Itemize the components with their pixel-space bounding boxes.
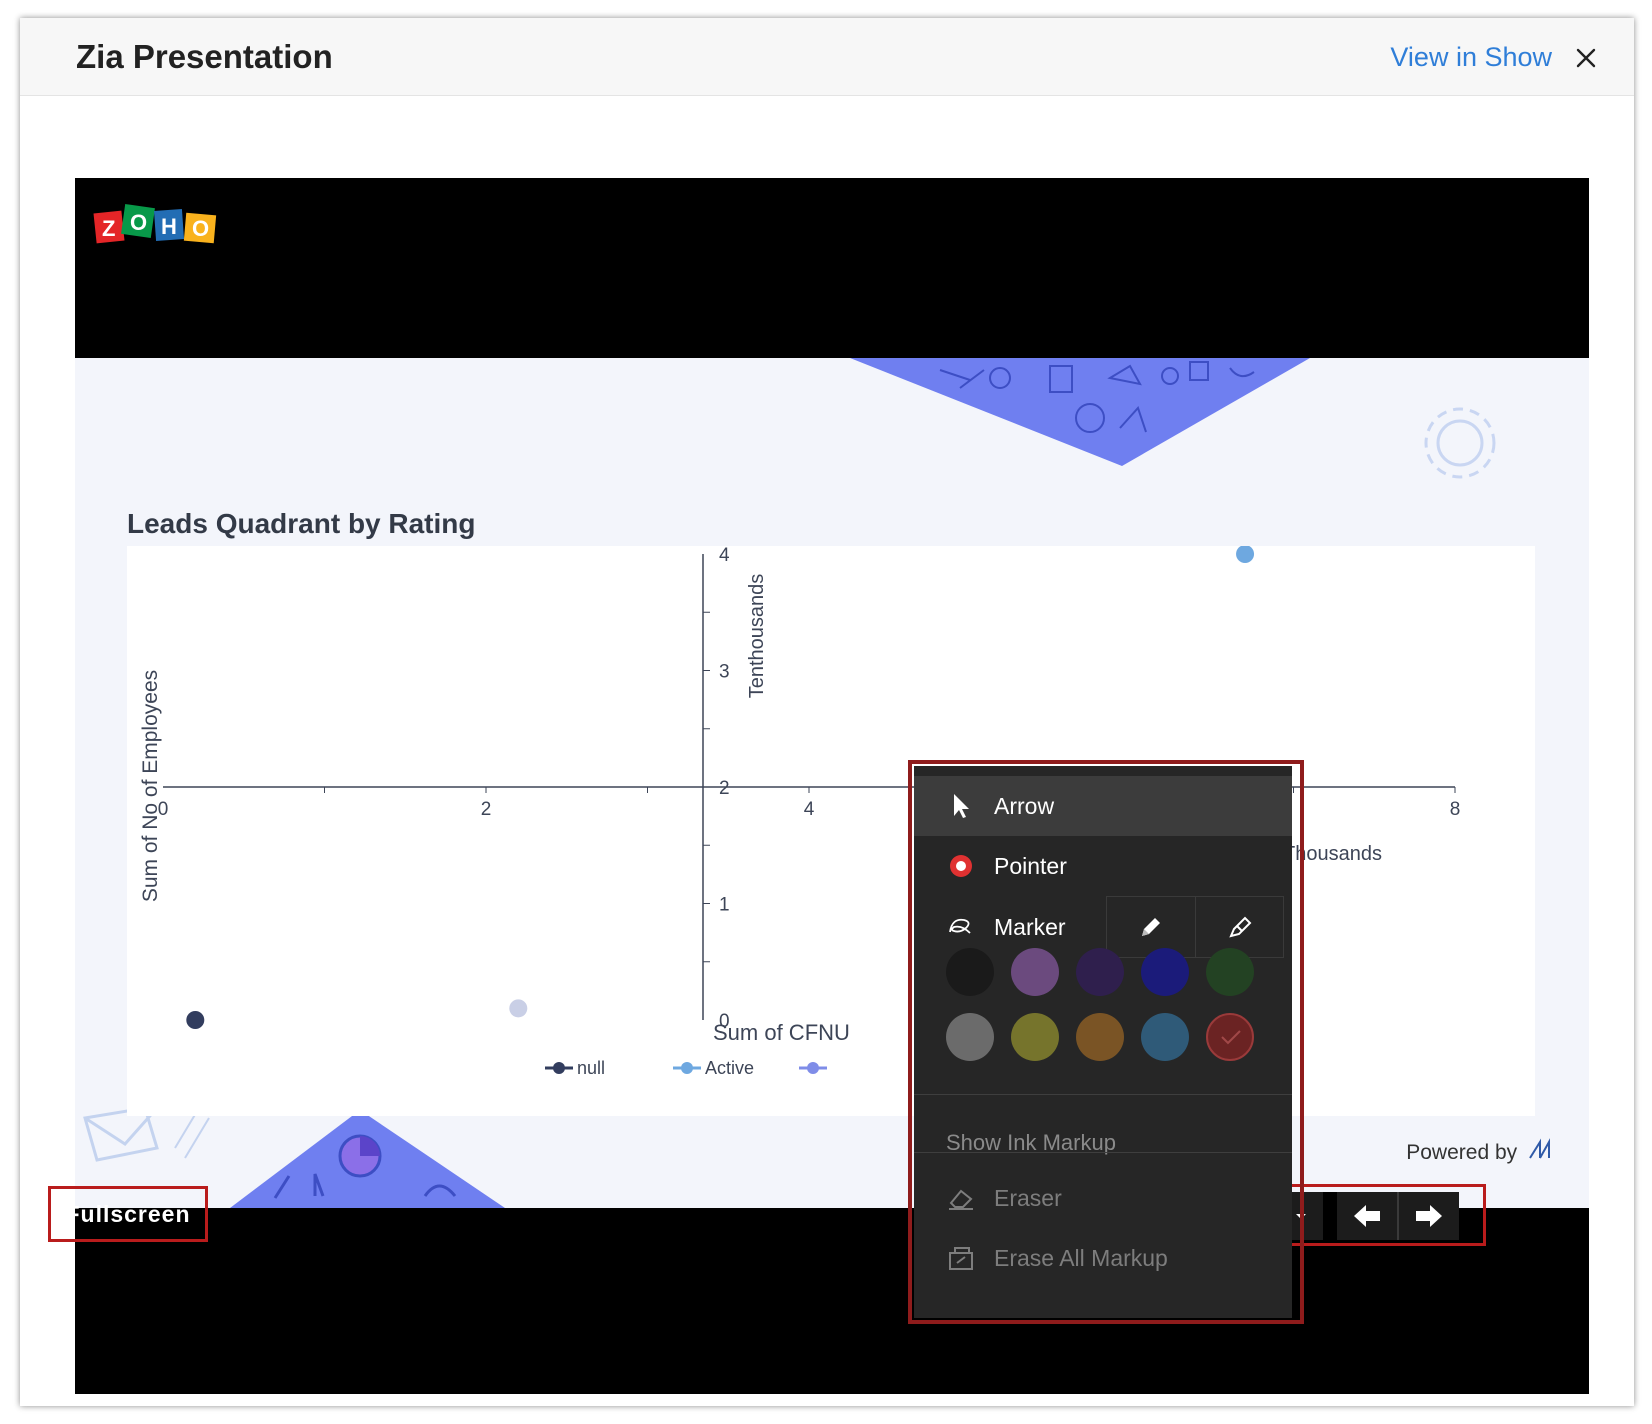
y-tick-label: 3 bbox=[719, 662, 730, 683]
svg-text:O: O bbox=[130, 210, 147, 235]
gear-icon bbox=[1424, 407, 1496, 479]
marker-squiggle-icon bbox=[946, 912, 976, 942]
color-swatch[interactable] bbox=[1011, 948, 1059, 996]
pen-tool-button[interactable] bbox=[1107, 897, 1195, 957]
data-point bbox=[509, 999, 528, 1018]
zia-logo-icon bbox=[1529, 1138, 1550, 1159]
menu-item-label: Eraser bbox=[994, 1184, 1062, 1211]
zoho-logo: Z O H O bbox=[93, 204, 217, 244]
data-point bbox=[186, 1011, 205, 1029]
menu-item-arrow[interactable]: Arrow bbox=[914, 776, 1292, 836]
toolbar-gap bbox=[1323, 1192, 1337, 1240]
y-unit-label: Tenthousands bbox=[746, 574, 768, 699]
x-tick-label: 8 bbox=[1450, 799, 1461, 820]
menu-item-erase-all[interactable]: Erase All Markup bbox=[914, 1228, 1292, 1288]
svg-text:O: O bbox=[192, 216, 209, 241]
dialog-title: Zia Presentation bbox=[76, 38, 333, 75]
decorative-doodle-banner bbox=[850, 358, 1310, 466]
legend-label: Active bbox=[705, 1058, 754, 1078]
arrow-left-icon bbox=[1354, 1205, 1380, 1227]
presentation-dialog: Zia Presentation View in Show Z O H O Le… bbox=[20, 18, 1634, 1406]
arrow-cursor-icon bbox=[946, 791, 976, 821]
menu-item-label: Pointer bbox=[994, 852, 1067, 879]
scatter-chart: 0 2 4 801234Sum of No of EmployeesTenthousa… bbox=[139, 545, 1461, 1078]
color-swatch[interactable] bbox=[1011, 1013, 1059, 1061]
svg-text:H: H bbox=[161, 214, 177, 239]
checkmark-icon bbox=[1221, 1030, 1241, 1045]
chart-container: 0 2 4 8 0 1 2 3 4 Sum of No of Employees Tenthousa… bbox=[127, 545, 1535, 1116]
chart-title: Leads Quadrant by Rating bbox=[127, 508, 476, 539]
laser-pointer-icon bbox=[946, 851, 976, 881]
powered-by-label: Powered by bbox=[1406, 1141, 1518, 1164]
next-slide-button[interactable] bbox=[1399, 1192, 1459, 1240]
legend-marker bbox=[681, 1062, 693, 1074]
close-icon[interactable] bbox=[1572, 44, 1600, 72]
color-swatch[interactable] bbox=[1141, 1013, 1189, 1061]
legend-marker bbox=[807, 1062, 819, 1074]
pen-icon bbox=[1142, 918, 1160, 936]
highlighter-tool-button[interactable] bbox=[1195, 897, 1283, 957]
arrow-right-icon bbox=[1416, 1205, 1442, 1227]
data-point bbox=[1236, 545, 1255, 563]
menu-divider bbox=[914, 1152, 1292, 1153]
menu-item-label: Marker bbox=[994, 913, 1066, 940]
menu-item-label: Erase All Markup bbox=[994, 1244, 1168, 1271]
y-tick-label: 2 bbox=[719, 778, 730, 799]
previous-slide-button[interactable] bbox=[1337, 1192, 1397, 1240]
color-swatch[interactable] bbox=[1076, 1013, 1124, 1061]
menu-item-eraser[interactable]: Eraser bbox=[914, 1168, 1292, 1228]
marker-tools bbox=[1106, 896, 1284, 958]
y-tick-label: 4 bbox=[719, 546, 730, 566]
legend-marker bbox=[553, 1062, 565, 1074]
highlighter-icon bbox=[1228, 916, 1251, 938]
legend-label: null bbox=[577, 1058, 605, 1078]
color-swatch[interactable] bbox=[1206, 948, 1254, 996]
color-swatch[interactable] bbox=[1206, 1013, 1254, 1061]
y-tick-label: 1 bbox=[719, 895, 730, 916]
x-axis-title: Sum of CFNU bbox=[713, 1020, 850, 1045]
powered-by: Powered by bbox=[1406, 1138, 1553, 1165]
fullscreen-button[interactable]: Fullscreen bbox=[48, 1186, 208, 1242]
svg-text:Z: Z bbox=[102, 216, 115, 241]
color-swatch[interactable] bbox=[1141, 948, 1189, 996]
erase-all-icon bbox=[946, 1243, 976, 1273]
color-swatch[interactable] bbox=[1076, 948, 1124, 996]
dialog-header: Zia Presentation View in Show bbox=[20, 18, 1634, 96]
eraser-icon bbox=[946, 1183, 976, 1213]
color-swatch[interactable] bbox=[946, 1013, 994, 1061]
view-in-show-link[interactable]: View in Show bbox=[1390, 42, 1552, 73]
markup-menu: Arrow Pointer Marker Show Ink Markup Era… bbox=[914, 766, 1292, 1318]
color-swatch[interactable] bbox=[946, 948, 994, 996]
menu-item-label: Arrow bbox=[994, 792, 1055, 819]
x-tick-label: 2 bbox=[481, 799, 492, 820]
menu-item-pointer[interactable]: Pointer bbox=[914, 836, 1292, 896]
menu-divider bbox=[914, 1094, 1292, 1095]
y-axis-title: Sum of No of Employees bbox=[139, 670, 162, 902]
x-tick-label: 4 bbox=[804, 799, 815, 820]
slide-body: Leads Quadrant by Rating 0 2 4 8 0 1 2 3 4 Sum of… bbox=[75, 358, 1589, 1208]
